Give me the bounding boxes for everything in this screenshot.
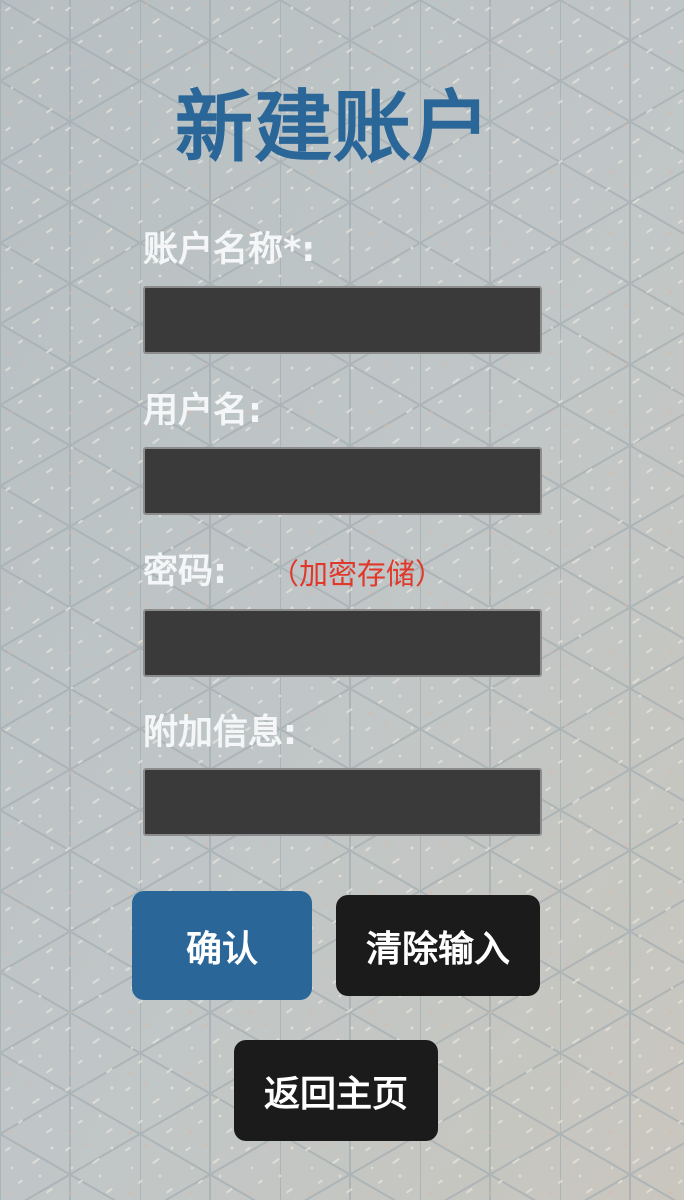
extra-info-label: 附加信息: xyxy=(143,713,297,753)
password-input[interactable] xyxy=(143,609,542,677)
return-home-button[interactable]: 返回主页 xyxy=(234,1040,438,1141)
page-title: 新建账户 xyxy=(174,83,491,173)
extra-info-input[interactable] xyxy=(143,768,542,836)
account-name-input[interactable] xyxy=(143,286,542,354)
confirm-button[interactable]: 确认 xyxy=(132,891,312,1000)
username-label: 用户名: xyxy=(143,391,262,431)
username-input[interactable] xyxy=(143,447,542,515)
account-name-label: 账户名称*: xyxy=(143,230,316,270)
password-label: 密码: xyxy=(143,552,227,592)
password-encryption-note: （加密存储） xyxy=(270,557,445,591)
new-account-form: 新建账户 账户名称*: 用户名: 密码: （加密存储） 附加信息: 确认 清除输… xyxy=(0,0,684,1200)
clear-input-button[interactable]: 清除输入 xyxy=(336,895,540,996)
